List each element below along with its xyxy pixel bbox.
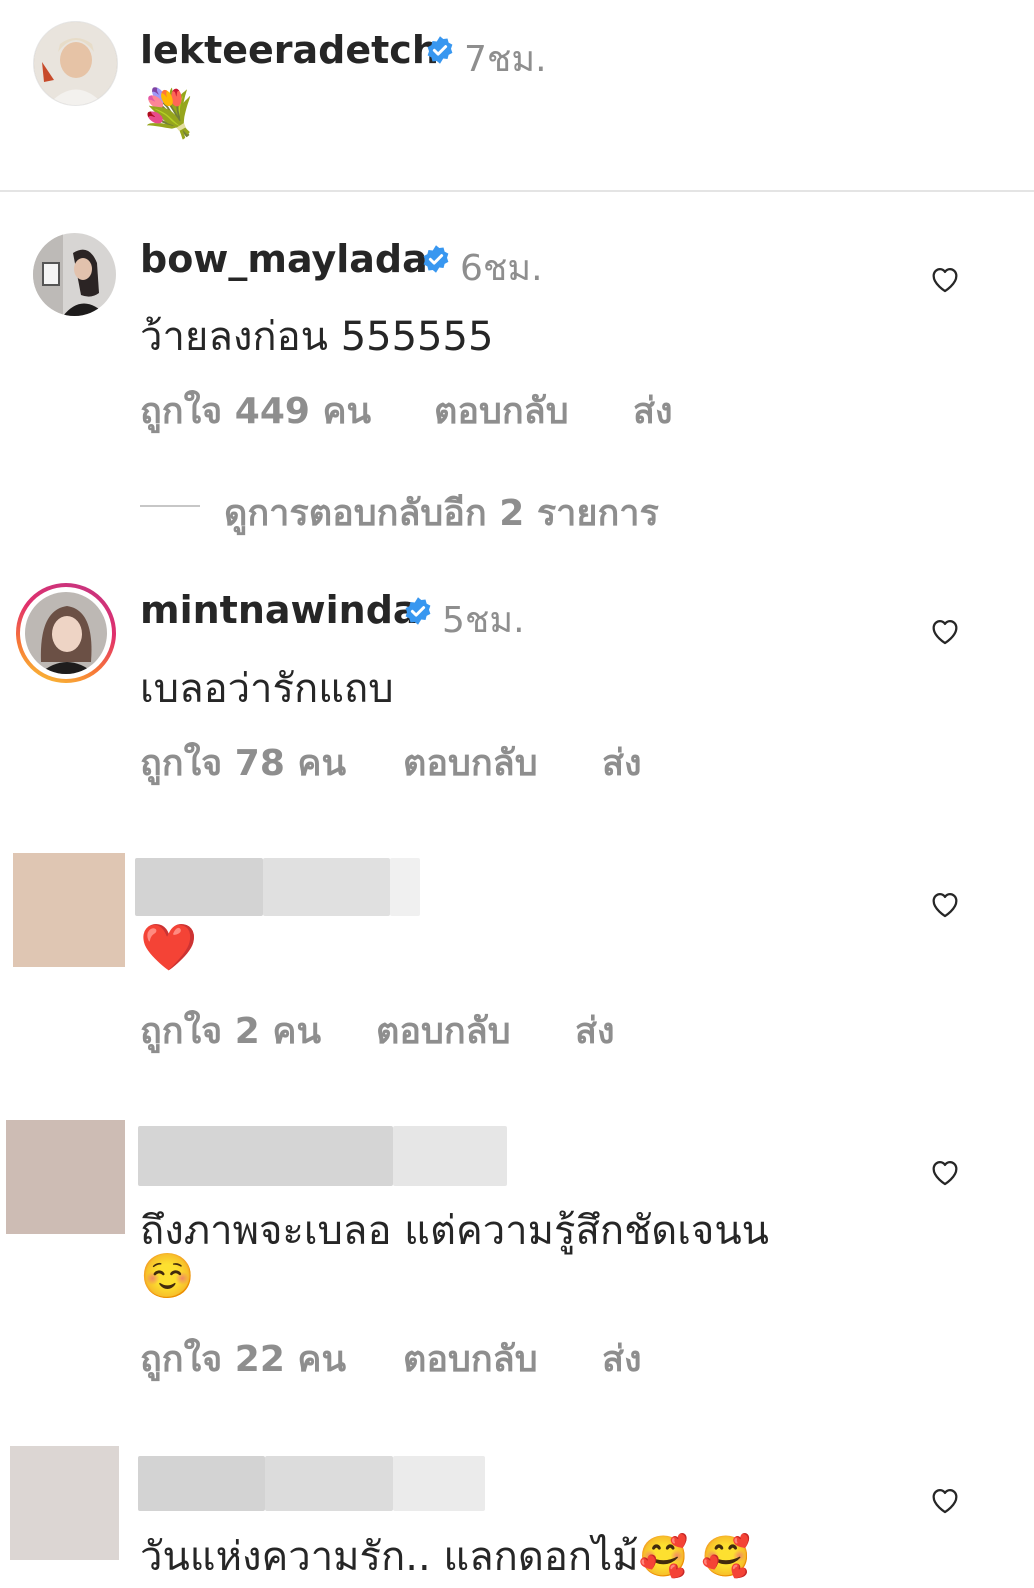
verified-badge-icon: [423, 245, 449, 273]
send-button[interactable]: ส่ง: [602, 1330, 642, 1387]
reply-button[interactable]: ตอบกลับ: [434, 382, 569, 439]
send-button[interactable]: ส่ง: [575, 1002, 615, 1059]
verified-badge-icon: [405, 597, 431, 625]
comment-text-emoji: ☺️: [140, 1251, 195, 1302]
reply-button[interactable]: ตอบกลับ: [403, 734, 538, 791]
commenter-username[interactable]: bow_maylada: [140, 237, 428, 281]
post-author-avatar[interactable]: [33, 21, 118, 106]
heart-outline-icon[interactable]: [928, 887, 962, 921]
reply-button[interactable]: ตอบกลับ: [403, 1330, 538, 1387]
redacted-username: [393, 1126, 507, 1186]
redacted-username: [393, 1456, 485, 1511]
comment-text: ถึงภาพจะเบลอ แต่ความรู้สึกชัดเจนน: [140, 1208, 770, 1254]
post-author-username[interactable]: lekteeradetch: [140, 28, 439, 72]
likes-count[interactable]: ถูกใจ 78 คน: [140, 734, 346, 791]
redacted-avatar: [6, 1120, 125, 1234]
likes-count[interactable]: ถูกใจ 2 คน: [140, 1002, 321, 1059]
redacted-username: [138, 1456, 265, 1511]
send-button[interactable]: ส่ง: [633, 382, 673, 439]
heart-outline-icon[interactable]: [928, 1155, 962, 1189]
comment-text: ว้ายลงก่อน 555555: [140, 314, 494, 360]
redacted-username: [390, 858, 420, 916]
verified-badge-icon: [427, 36, 453, 64]
likes-count[interactable]: ถูกใจ 22 คน: [140, 1330, 346, 1387]
heart-outline-icon[interactable]: [928, 262, 962, 296]
post-time: 7ชม.: [464, 39, 547, 80]
reply-button[interactable]: ตอบกลับ: [376, 1002, 511, 1059]
likes-count[interactable]: ถูกใจ 449 คน: [140, 382, 371, 439]
comment-text: วันแห่งความรัก.. แลกดอกไม้🥰 🥰: [140, 1534, 751, 1580]
comment-time: 6ชม.: [460, 248, 543, 289]
heart-outline-icon[interactable]: [928, 614, 962, 648]
divider: [0, 190, 1034, 192]
view-replies-line: [140, 505, 200, 507]
commenter-avatar[interactable]: [33, 233, 116, 316]
heart-outline-icon[interactable]: [928, 1483, 962, 1517]
commenter-username[interactable]: mintnawinda: [140, 588, 419, 632]
comment-time: 5ชม.: [442, 600, 525, 641]
redacted-avatar: [13, 853, 125, 967]
redacted-username: [263, 858, 390, 916]
post-caption-emoji: 💐: [140, 86, 198, 140]
comment-text: เบลอว่ารักแถบ: [140, 666, 394, 712]
view-replies-button[interactable]: ดูการตอบกลับอีก 2 รายการ: [224, 484, 659, 541]
redacted-username: [138, 1126, 393, 1186]
redacted-avatar: [10, 1446, 119, 1560]
commenter-avatar: [25, 592, 107, 674]
redacted-username: [135, 858, 263, 916]
story-ring[interactable]: [16, 583, 116, 683]
redacted-username: [265, 1456, 393, 1511]
comment-text: ❤️: [140, 920, 198, 974]
send-button[interactable]: ส่ง: [602, 734, 642, 791]
